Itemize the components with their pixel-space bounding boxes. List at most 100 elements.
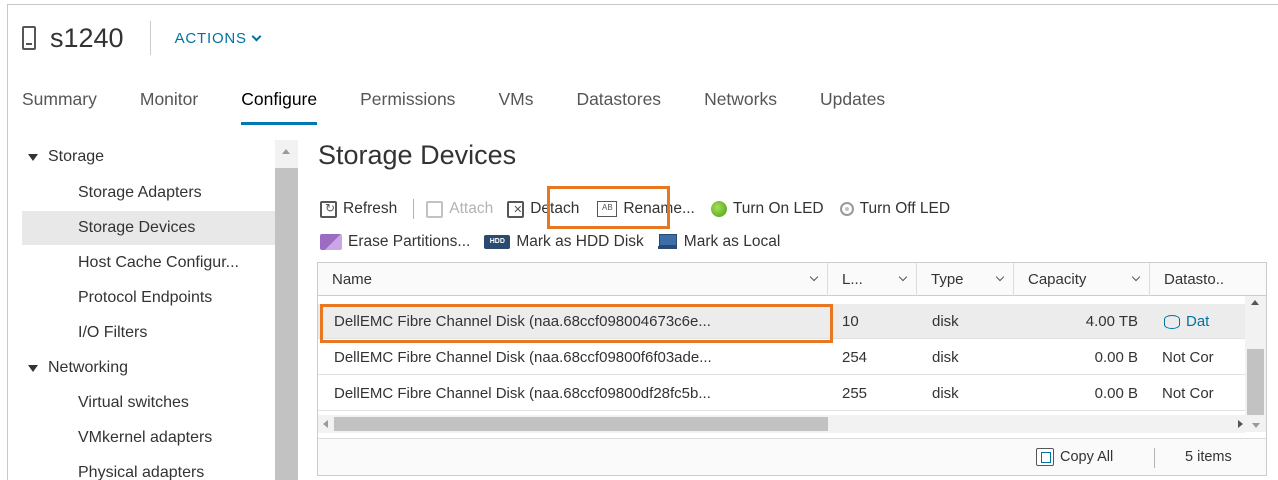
tab-permissions[interactable]: Permissions [360,86,455,126]
actions-label: ACTIONS [174,29,247,47]
nav-item-host-cache-configuration[interactable]: Host Cache Configur... [22,246,275,280]
scroll-up-arrow-icon[interactable] [282,149,290,154]
footer-divider [1154,448,1155,468]
cell-lun: 10 [842,313,859,330]
mark-as-local-label: Mark as Local [683,233,781,250]
vertical-scrollbar-thumb[interactable] [1247,349,1264,415]
storage-devices-grid: Name L... Type Capacity Datasto.. DellEM… [317,262,1267,476]
cell-type: disk [932,385,959,402]
attach-icon [426,200,444,218]
nav-item-storage-devices[interactable]: Storage Devices [22,211,275,245]
actions-menu-button[interactable]: ACTIONS [174,29,262,47]
column-header-lun[interactable]: L... [828,263,917,296]
scroll-left-arrow-icon[interactable] [323,420,328,428]
nav-item-io-filters[interactable]: I/O Filters [22,316,275,350]
column-header-label: Type [931,271,964,288]
expand-triangle-icon [28,364,38,372]
object-header: s1240 ACTIONS [22,18,262,58]
cell-name: DellEMC Fibre Channel Disk (naa.68ccf098… [334,349,712,366]
copy-all-button[interactable]: Copy All [1036,448,1113,466]
refresh-label: Refresh [343,200,398,217]
chevron-down-icon [251,31,262,41]
selected-device-highlight-box [320,304,833,343]
nav-group-storage[interactable]: Storage [28,140,104,174]
mark-as-local-button[interactable]: Mark as Local [657,233,781,251]
tab-datastores[interactable]: Datastores [576,86,661,126]
column-header-label: Name [332,271,373,288]
column-menu-icon[interactable] [1131,272,1141,282]
table-row[interactable]: DellEMC Fibre Channel Disk (naa.68ccf098… [318,376,1266,411]
column-menu-icon[interactable] [898,272,908,282]
turn-off-led-button[interactable]: Turn Off LED [839,200,951,218]
attach-button[interactable]: Attach [426,200,493,218]
nav-group-label: Networking [48,359,129,376]
mark-as-hdd-label: Mark as HDD Disk [516,233,644,250]
column-header-label: Datasto.. [1164,271,1225,288]
turn-on-led-button[interactable]: Turn On LED [710,200,824,218]
expand-triangle-icon [28,153,38,161]
scroll-right-arrow-icon[interactable] [1238,420,1243,428]
turn-off-led-label: Turn Off LED [859,200,951,217]
tab-vms[interactable]: VMs [498,86,533,126]
cell-type: disk [932,313,959,330]
eraser-icon [320,234,342,250]
turn-on-led-label: Turn On LED [732,200,824,217]
column-header-name[interactable]: Name [318,263,828,296]
nav-item-storage-adapters[interactable]: Storage Adapters [22,176,275,210]
tab-networks[interactable]: Networks [704,86,777,126]
cell-datastore: Not Cor [1162,349,1214,366]
column-menu-icon[interactable] [809,272,819,282]
mark-as-hdd-button[interactable]: HDD Mark as HDD Disk [484,233,644,251]
detach-icon [507,200,525,218]
erase-partitions-label: Erase Partitions... [348,233,471,250]
item-count: 5 items [1185,449,1232,465]
column-header-datastore[interactable]: Datasto.. [1150,263,1266,296]
column-header-type[interactable]: Type [917,263,1014,296]
grid-vertical-scrollbar[interactable] [1245,296,1266,432]
nav-item-physical-adapters[interactable]: Physical adapters [22,456,275,480]
nav-scrollbar[interactable] [275,140,298,480]
datastore-icon [1164,315,1180,330]
host-title: s1240 [50,22,124,53]
host-icon [22,26,36,50]
erase-partitions-button[interactable]: Erase Partitions... [320,233,470,251]
attach-label: Attach [449,200,494,217]
refresh-button[interactable]: Refresh [320,200,397,218]
cell-lun: 255 [842,385,868,402]
cell-datastore: Not Cor [1162,385,1214,402]
grid-header: Name L... Type Capacity Datasto.. [318,263,1266,296]
horizontal-scrollbar-thumb[interactable] [334,417,828,431]
cell-capacity: 0.00 B [1094,349,1138,366]
grid-horizontal-scrollbar[interactable] [318,415,1245,433]
toolbar-divider [413,199,415,219]
nav-item-virtual-switches[interactable]: Virtual switches [22,386,275,420]
datastore-link[interactable]: Dat [1186,313,1209,330]
cell-datastore[interactable]: Dat [1164,304,1244,339]
scroll-up-arrow-icon[interactable] [1251,300,1259,305]
configure-nav-tree: Storage Storage Adapters Storage Devices… [22,140,298,480]
cell-capacity: 0.00 B [1094,385,1138,402]
tab-updates[interactable]: Updates [820,86,885,126]
cell-type: disk [932,349,959,366]
copy-all-label: Copy All [1060,449,1114,465]
nav-item-protocol-endpoints[interactable]: Protocol Endpoints [22,281,275,315]
cell-capacity: 4.00 TB [1085,313,1138,330]
cell-name: DellEMC Fibre Channel Disk (naa.68ccf098… [334,385,711,402]
nav-group-networking[interactable]: Networking [28,351,128,385]
column-header-capacity[interactable]: Capacity [1014,263,1150,296]
tab-monitor[interactable]: Monitor [140,86,198,126]
page-title: Storage Devices [318,140,517,170]
scroll-down-arrow-icon[interactable] [1252,423,1260,428]
column-menu-icon[interactable] [995,272,1005,282]
column-header-label: L... [842,271,863,288]
header-divider [149,21,151,55]
tab-configure[interactable]: Configure [241,86,317,126]
nav-scrollbar-thumb[interactable] [275,168,298,480]
led-on-icon [710,201,727,217]
table-row[interactable]: DellEMC Fibre Channel Disk (naa.68ccf098… [318,340,1266,375]
led-off-icon [839,202,854,216]
nav-item-vmkernel-adapters[interactable]: VMkernel adapters [22,421,275,455]
object-tabs: Summary Monitor Configure Permissions VM… [22,86,928,126]
refresh-icon [320,200,337,218]
tab-summary[interactable]: Summary [22,86,97,126]
